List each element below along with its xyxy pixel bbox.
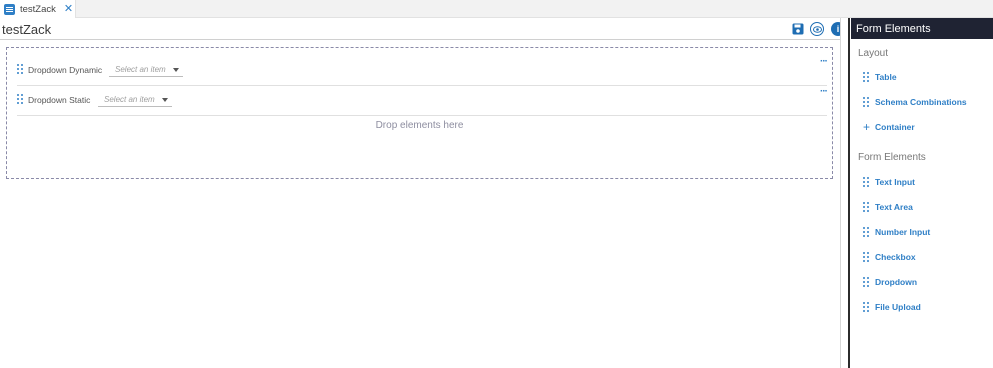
- form-canvas[interactable]: Dropdown Dynamic Select an item ··· Drop…: [6, 47, 833, 179]
- section-title-form-elements: Form Elements: [858, 152, 926, 163]
- drag-handle-icon: [863, 302, 869, 312]
- palette-item-number-input[interactable]: Number Input: [863, 225, 930, 239]
- panel-title: Form Elements: [851, 18, 993, 39]
- palette-item-label: Text Area: [875, 202, 913, 212]
- palette-item-label: Schema Combinations: [875, 97, 967, 107]
- drag-handle-icon: [863, 252, 869, 262]
- palette-item-label: File Upload: [875, 302, 921, 312]
- drag-handle-icon: [863, 72, 869, 82]
- drag-handle-icon: [863, 177, 869, 187]
- select-placeholder: Select an item: [115, 65, 166, 74]
- palette-item-table[interactable]: Table: [863, 70, 897, 84]
- drag-handle-icon[interactable]: [17, 64, 23, 74]
- caret-down-icon: [162, 98, 168, 102]
- info-icon: i: [836, 23, 840, 34]
- tab-bar: testZack ✕: [0, 0, 993, 18]
- drag-handle-icon[interactable]: [17, 94, 23, 104]
- plus-icon: +: [863, 120, 871, 134]
- form-builder: testZack ✕ testZack i Dropdown Dynamic S…: [0, 0, 993, 368]
- palette-item-label: Number Input: [875, 227, 931, 237]
- eye-icon: [812, 25, 822, 33]
- field-label: Dropdown Static: [28, 95, 91, 105]
- palette-item-label: Dropdown: [875, 277, 918, 287]
- save-icon: [792, 23, 804, 35]
- save-button[interactable]: [791, 22, 805, 36]
- palette-item-label: Table: [875, 72, 897, 82]
- more-options-button[interactable]: ···: [820, 87, 828, 97]
- drop-zone[interactable]: Drop elements here: [7, 120, 832, 131]
- preview-button[interactable]: [810, 22, 824, 36]
- drag-handle-icon: [863, 227, 869, 237]
- select-placeholder: Select an item: [104, 95, 155, 104]
- palette-item-container[interactable]: + Container: [863, 120, 915, 134]
- more-options-button[interactable]: ···: [820, 57, 828, 67]
- dropdown-select[interactable]: Select an item: [98, 95, 172, 107]
- close-icon[interactable]: ✕: [64, 3, 73, 15]
- list-icon: [4, 3, 15, 15]
- dropdown-select[interactable]: Select an item: [109, 65, 183, 77]
- section-title-layout: Layout: [858, 48, 889, 59]
- palette-item-checkbox[interactable]: Checkbox: [863, 250, 916, 264]
- panel-divider: [848, 18, 850, 368]
- palette-item-file-upload[interactable]: File Upload: [863, 300, 921, 314]
- tab-testzack[interactable]: testZack ✕: [0, 0, 76, 18]
- field-label: Dropdown Dynamic: [28, 65, 103, 75]
- drag-handle-icon: [863, 202, 869, 212]
- palette-item-text-input[interactable]: Text Input: [863, 175, 915, 189]
- form-elements-panel: Form Elements Layout Table Schema Combin…: [840, 18, 993, 368]
- palette-item-text-area[interactable]: Text Area: [863, 200, 913, 214]
- tab-label: testZack: [20, 3, 56, 15]
- palette-item-label: Text Input: [875, 177, 915, 187]
- palette-item-label: Container: [875, 122, 915, 132]
- drag-handle-icon: [863, 277, 869, 287]
- palette-item-schema-combinations[interactable]: Schema Combinations: [863, 95, 967, 109]
- form-row-dropdown-dynamic[interactable]: Dropdown Dynamic Select an item ···: [17, 56, 828, 86]
- palette-item-dropdown[interactable]: Dropdown: [863, 275, 917, 289]
- palette-item-label: Checkbox: [875, 252, 916, 262]
- drag-handle-icon: [863, 97, 869, 107]
- page-title: testZack: [2, 22, 52, 37]
- editor-header: testZack i: [0, 18, 850, 40]
- caret-down-icon: [173, 68, 179, 72]
- form-row-dropdown-static[interactable]: Dropdown Static Select an item ···: [17, 86, 828, 116]
